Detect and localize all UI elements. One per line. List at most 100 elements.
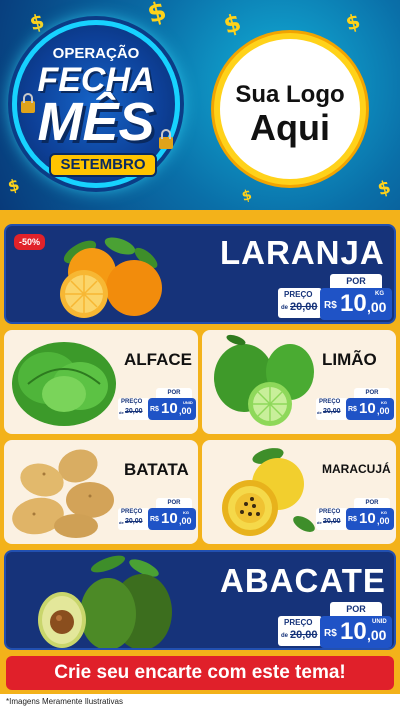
price-tag: PREÇO de 20,00 POR R$ 10 ,00 KG: [118, 498, 198, 532]
old-price-value: 20,00: [290, 301, 318, 313]
product-card-maracuja: MARACUJÁ PREÇO de 20,00 POR R$ 10 ,00 KG: [202, 440, 396, 544]
old-price-value: 20,00: [323, 518, 341, 525]
old-price-label: PREÇO: [319, 399, 341, 405]
currency-label: R$: [150, 406, 159, 413]
product-card-limao: LIMÃO PREÇO de 20,00 POR R$ 10 ,00 KG: [202, 330, 396, 434]
old-price-prefix: de: [281, 633, 289, 639]
campaign-badge: OPERAÇÃO FECHA MÊS SETEMBRO: [12, 20, 180, 188]
dollar-icon: $: [343, 8, 363, 36]
por-label: POR: [354, 498, 390, 508]
old-price-prefix: de: [317, 410, 322, 415]
discount-badge: -50%: [14, 234, 46, 250]
dollar-icon: $: [220, 8, 245, 40]
padlock-icon: [21, 93, 35, 113]
product-name: ALFACE: [124, 350, 192, 369]
product-name: ABACATE: [220, 562, 386, 599]
price-cents: ,00: [179, 516, 192, 526]
product-name: LIMÃO: [322, 350, 377, 369]
unit-label: UNID: [183, 400, 193, 405]
sale-price-box: R$ 10 ,00 KG: [320, 288, 392, 320]
price-cents: ,00: [367, 299, 387, 315]
currency-label: R$: [324, 300, 337, 311]
por-label: POR: [330, 274, 382, 288]
product-card-batata: BATATA PREÇO de 20,00 POR R$ 10 ,00 KG: [4, 440, 198, 544]
old-price-label: PREÇO: [319, 509, 341, 515]
dollar-icon: $: [375, 176, 394, 201]
price-tag: PREÇO de 20,00 POR R$ 10 ,00 KG: [316, 498, 396, 532]
avocado-icon: [38, 555, 172, 648]
old-price-value: 20,00: [125, 518, 143, 525]
padlock-icon: [159, 129, 173, 149]
old-price-box: PREÇO de 20,00: [316, 398, 348, 420]
dollar-icon: $: [27, 8, 47, 36]
logo-placeholder: Sua Logo Aqui: [214, 33, 366, 185]
dollar-icon: $: [5, 174, 22, 197]
old-price-box: PREÇO de 20,00: [118, 398, 150, 420]
product-name: BATATA: [124, 460, 189, 479]
disclaimer-text: *Imagens Meramente Ilustrativas: [6, 697, 123, 706]
badge-month-banner: SETEMBRO: [49, 153, 157, 177]
por-label: POR: [330, 602, 382, 616]
old-price-prefix: de: [281, 305, 289, 311]
dollar-icon: $: [240, 187, 254, 205]
price-integer: 10: [161, 400, 178, 417]
create-flyer-button[interactable]: Crie seu encarte com este tema!: [6, 656, 394, 690]
badge-title-bottom: MÊS: [37, 92, 155, 152]
price-cents: ,00: [179, 406, 192, 416]
sale-price-box: R$ 10 ,00 UNID: [320, 616, 392, 648]
price-integer: 10: [340, 290, 367, 317]
price-cents: ,00: [377, 406, 390, 416]
unit-label: KG: [381, 400, 387, 405]
product-name: MARACUJÁ: [322, 462, 391, 476]
price-tag: PREÇO de 20,00 POR R$ 10 ,00 UNID: [278, 602, 394, 648]
old-price-prefix: de: [119, 520, 124, 525]
old-price-value: 20,00: [125, 408, 143, 415]
product-card-alface: ALFACE PREÇO de 20,00 POR R$ 10 ,00 UNID: [4, 330, 198, 434]
currency-label: R$: [348, 516, 357, 523]
old-price-box: PREÇO de 20,00: [118, 508, 150, 530]
old-price-label: PREÇO: [121, 399, 143, 405]
old-price-box: PREÇO de 20,00: [316, 508, 348, 530]
currency-label: R$: [348, 406, 357, 413]
por-label: POR: [354, 388, 390, 398]
old-price-label: PREÇO: [284, 290, 313, 299]
sale-price-box: R$ 10 ,00 UNID: [148, 398, 196, 420]
unit-label: KG: [381, 510, 387, 515]
passion-fruit-icon: [222, 448, 315, 536]
price-integer: 10: [340, 618, 367, 645]
old-price-label: PREÇO: [284, 618, 313, 627]
product-card-abacate: ABACATE PREÇO de 20,00 POR R$ 10 ,00 UNI…: [4, 550, 396, 650]
orange-fruit-icon: [60, 237, 162, 318]
unit-label: KG: [183, 510, 189, 515]
price-tag: PREÇO de 20,00 POR R$ 10 ,00 KG: [278, 274, 394, 322]
sale-price-box: R$ 10 ,00 KG: [346, 398, 394, 420]
lime-icon: [214, 334, 314, 426]
product-name: LARANJA: [220, 234, 385, 271]
lettuce-icon: [12, 342, 116, 426]
old-price-label: PREÇO: [121, 509, 143, 515]
old-price-value: 20,00: [290, 629, 318, 641]
footer: *Imagens Meramente Ilustrativas: [0, 694, 400, 711]
dollar-icon: $: [144, 0, 170, 30]
price-tag: PREÇO de 20,00 POR R$ 10 ,00 UNID: [118, 388, 198, 422]
price-cents: ,00: [377, 516, 390, 526]
currency-label: R$: [324, 628, 337, 639]
product-card-laranja: -50% LARANJA PREÇO de 20,00 POR R$ 10 ,0…: [4, 224, 396, 324]
sale-price-box: R$ 10 ,00 KG: [148, 508, 196, 530]
por-label: POR: [156, 498, 192, 508]
price-integer: 10: [359, 510, 376, 527]
logo-text-bottom: Aqui: [250, 107, 330, 148]
price-tag: PREÇO de 20,00 POR R$ 10 ,00 KG: [316, 388, 396, 422]
price-integer: 10: [359, 400, 376, 417]
por-label: POR: [156, 388, 192, 398]
unit-label: UNID: [372, 619, 387, 625]
old-price-value: 20,00: [323, 408, 341, 415]
currency-label: R$: [150, 516, 159, 523]
price-integer: 10: [161, 510, 178, 527]
old-price-box: PREÇO de 20,00: [278, 288, 322, 318]
old-price-prefix: de: [317, 520, 322, 525]
potato-icon: [12, 449, 114, 538]
sale-price-box: R$ 10 ,00 KG: [346, 508, 394, 530]
header-banner: $ $ $ $ $ $ $ OPERAÇÃO FECHA MÊS SETEMBR…: [0, 0, 400, 210]
unit-label: KG: [375, 291, 384, 297]
